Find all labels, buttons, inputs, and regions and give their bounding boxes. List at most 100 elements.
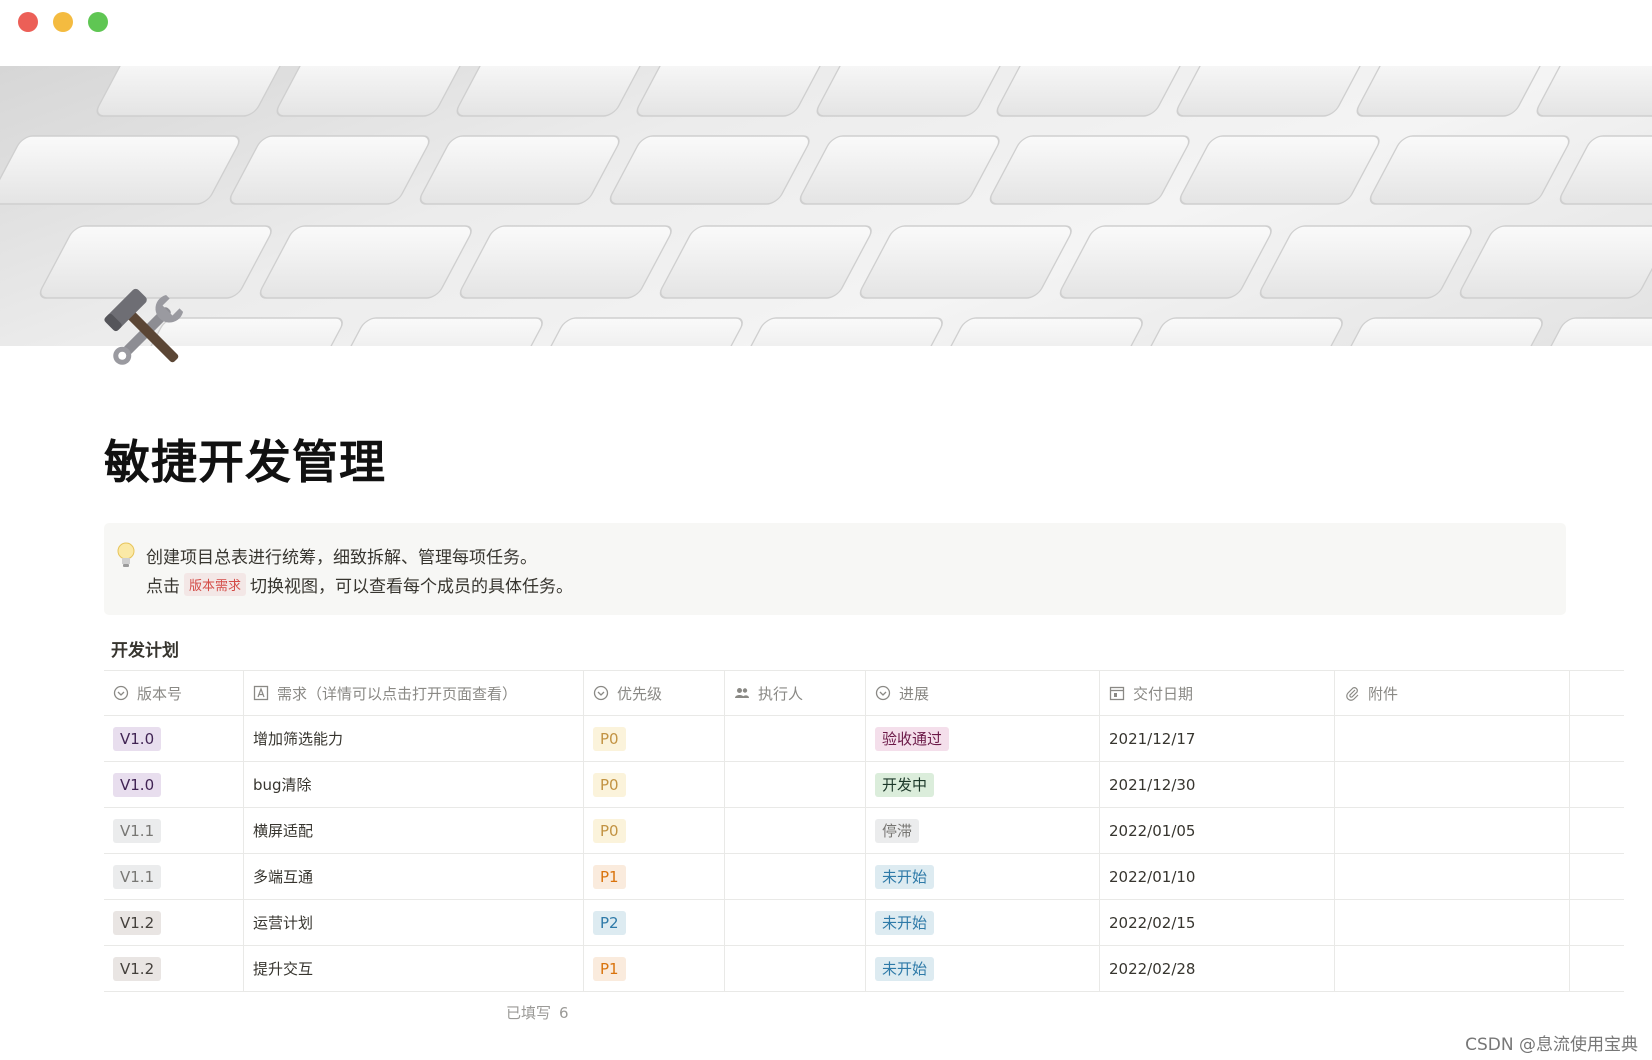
cell-requirement[interactable]: 横屏适配 (244, 808, 584, 853)
table-row[interactable]: V1.1 多端互通 P1 未开始 2022/01/10 (104, 854, 1624, 900)
column-header-progress[interactable]: 进展 (866, 671, 1100, 715)
cell-version[interactable]: V1.1 (104, 854, 244, 899)
cell-delivery-date[interactable]: 2021/12/30 (1100, 762, 1335, 807)
table-row[interactable]: V1.0 bug清除 P0 开发中 2021/12/30 (104, 762, 1624, 808)
cell-requirement-text: bug清除 (253, 776, 312, 794)
cell-progress[interactable]: 验收通过 (866, 716, 1100, 761)
cell-progress[interactable]: 未开始 (866, 854, 1100, 899)
keyboard-cover-illustration (0, 66, 1652, 346)
callout-text-line2: 点击 版本需求 切换视图，可以查看每个成员的具体任务。 (146, 572, 573, 597)
watermark: CSDN @息流使用宝典 (1465, 1035, 1638, 1055)
cell-progress[interactable]: 开发中 (866, 762, 1100, 807)
cell-requirement[interactable]: 运营计划 (244, 900, 584, 945)
cell-assignee[interactable] (725, 716, 866, 761)
view-link-tag[interactable]: 版本需求 (184, 573, 247, 596)
maximize-window-button[interactable] (88, 12, 108, 32)
filled-count-label: 已填写 (506, 1004, 552, 1022)
select-icon (593, 685, 609, 701)
cell-empty (1570, 716, 1624, 761)
column-label: 进展 (899, 684, 930, 703)
cell-assignee[interactable] (725, 808, 866, 853)
cell-priority-tag: P1 (593, 864, 626, 889)
minimize-window-button[interactable] (53, 12, 73, 32)
cell-version[interactable]: V1.2 (104, 900, 244, 945)
cell-requirement-text: 横屏适配 (253, 822, 314, 840)
table-header-row: 版本号 需求（详情可以点击打开页面查看） 优先级 执行人 进展 交付日期 附件 (104, 670, 1624, 716)
cell-version-tag: V1.1 (113, 864, 162, 889)
column-label: 优先级 (617, 684, 663, 703)
cell-assignee[interactable] (725, 762, 866, 807)
cell-attachment[interactable] (1335, 900, 1570, 945)
column-label: 交付日期 (1133, 684, 1194, 703)
cell-progress[interactable]: 停滞 (866, 808, 1100, 853)
cell-version[interactable]: V1.1 (104, 808, 244, 853)
filled-count[interactable]: 已填写 6 (506, 1002, 569, 1023)
cell-progress-tag: 未开始 (875, 910, 935, 935)
cell-attachment[interactable] (1335, 716, 1570, 761)
cell-version[interactable]: V1.0 (104, 716, 244, 761)
cell-delivery-date[interactable]: 2022/02/28 (1100, 946, 1335, 991)
cell-attachment[interactable] (1335, 808, 1570, 853)
callout-block: 创建项目总表进行统筹，细致拆解、管理每项任务。 点击 版本需求 切换视图，可以查看每… (104, 523, 1566, 615)
cell-requirement[interactable]: 增加筛选能力 (244, 716, 584, 761)
cell-progress[interactable]: 未开始 (866, 946, 1100, 991)
cell-attachment[interactable] (1335, 854, 1570, 899)
cell-delivery-date-text: 2022/02/28 (1109, 959, 1196, 978)
page-title: 敏捷开发管理 (104, 435, 386, 489)
column-label: 需求（详情可以点击打开页面查看） (277, 684, 518, 703)
cell-assignee[interactable] (725, 946, 866, 991)
cell-priority-tag: P0 (593, 772, 626, 797)
cell-priority[interactable]: P2 (584, 900, 725, 945)
column-header-delivery-date[interactable]: 交付日期 (1100, 671, 1335, 715)
cell-requirement-text: 运营计划 (253, 914, 314, 932)
cell-requirement[interactable]: 多端互通 (244, 854, 584, 899)
cell-priority[interactable]: P1 (584, 946, 725, 991)
cell-attachment[interactable] (1335, 762, 1570, 807)
cell-attachment[interactable] (1335, 946, 1570, 991)
cell-progress-tag: 开发中 (875, 772, 935, 797)
cell-priority[interactable]: P1 (584, 854, 725, 899)
column-header-attachment[interactable]: 附件 (1335, 671, 1570, 715)
cell-assignee[interactable] (725, 854, 866, 899)
cell-version[interactable]: V1.2 (104, 946, 244, 991)
cell-priority[interactable]: P0 (584, 808, 725, 853)
table-row[interactable]: V1.0 增加筛选能力 P0 验收通过 2021/12/17 (104, 716, 1624, 762)
table-row[interactable]: V1.1 横屏适配 P0 停滞 2022/01/05 (104, 808, 1624, 854)
cell-assignee[interactable] (725, 900, 866, 945)
cell-delivery-date-text: 2021/12/17 (1109, 729, 1196, 748)
hammer-and-wrench-icon[interactable] (98, 282, 196, 380)
cell-version-tag: V1.0 (113, 772, 162, 797)
people-icon (735, 688, 749, 698)
cell-priority-tag: P0 (593, 818, 626, 843)
table-row[interactable]: V1.2 提升交互 P1 未开始 2022/02/28 (104, 946, 1624, 992)
cell-delivery-date[interactable]: 2021/12/17 (1100, 716, 1335, 761)
cell-delivery-date[interactable]: 2022/01/10 (1100, 854, 1335, 899)
paperclip-icon (1346, 687, 1359, 701)
cell-requirement-text: 增加筛选能力 (253, 730, 344, 748)
column-header-priority[interactable]: 优先级 (584, 671, 725, 715)
cell-requirement[interactable]: 提升交互 (244, 946, 584, 991)
cell-progress[interactable]: 未开始 (866, 900, 1100, 945)
column-header-assignee[interactable]: 执行人 (725, 671, 866, 715)
cover-image (0, 66, 1652, 346)
cell-progress-tag: 未开始 (875, 864, 935, 889)
cell-requirement[interactable]: bug清除 (244, 762, 584, 807)
cell-delivery-date[interactable]: 2022/02/15 (1100, 900, 1335, 945)
cell-version-tag: V1.0 (113, 726, 162, 751)
database-title[interactable]: 开发计划 (111, 636, 179, 661)
cell-requirement-text: 多端互通 (253, 868, 314, 886)
cell-empty (1570, 946, 1624, 991)
cell-requirement-text: 提升交互 (253, 960, 314, 978)
cell-version[interactable]: V1.0 (104, 762, 244, 807)
table-row[interactable]: V1.2 运营计划 P2 未开始 2022/02/15 (104, 900, 1624, 946)
column-header-version[interactable]: 版本号 (104, 671, 244, 715)
cell-priority[interactable]: P0 (584, 762, 725, 807)
column-header-requirement[interactable]: 需求（详情可以点击打开页面查看） (244, 671, 584, 715)
cell-priority[interactable]: P0 (584, 716, 725, 761)
close-window-button[interactable] (18, 12, 38, 32)
column-label: 版本号 (137, 684, 183, 703)
title-icon (253, 685, 269, 701)
filled-count-value: 6 (559, 1004, 569, 1022)
cell-delivery-date[interactable]: 2022/01/05 (1100, 808, 1335, 853)
table-body: V1.0 增加筛选能力 P0 验收通过 2021/12/17 V1.0 bug清除 P0 开发中… (104, 716, 1624, 992)
